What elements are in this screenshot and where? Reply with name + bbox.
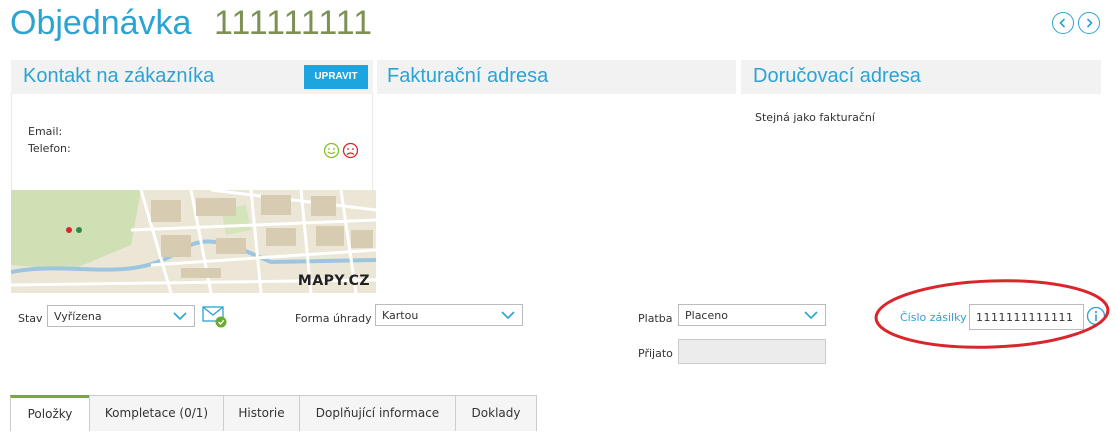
customer-map[interactable]: MAPY.CZ: [11, 190, 376, 293]
order-number: 111111111: [214, 4, 373, 42]
delivery-heading: Doručovací adresa: [753, 65, 921, 87]
billing-card-header: Fakturační adresa: [377, 60, 736, 94]
payment-status-select[interactable]: Placeno: [678, 304, 826, 326]
chevron-left-icon: [1059, 18, 1066, 28]
billing-card: Fakturační adresa: [377, 60, 736, 94]
chevron-down-icon: [173, 312, 187, 321]
edit-contact-button[interactable]: UPRAVIT: [304, 65, 368, 89]
delivery-card: Doručovací adresa Stejná jako fakturační: [741, 60, 1101, 124]
highlight-ellipse: [874, 279, 1110, 349]
contact-card-header: Kontakt na zákazníka UPRAVIT: [11, 60, 373, 94]
received-field: [678, 339, 826, 364]
tab-items[interactable]: Položky: [10, 395, 90, 431]
happy-face-icon[interactable]: [323, 142, 340, 159]
chevron-down-icon: [501, 311, 515, 320]
contact-heading: Kontakt na zákazníka: [23, 65, 215, 87]
chevron-down-icon: [804, 311, 818, 320]
tab-history[interactable]: Historie: [223, 395, 300, 431]
status-label: Stav: [18, 312, 43, 325]
mapy-logo: MAPY.CZ: [297, 273, 370, 289]
payment-label: Platba: [638, 312, 673, 325]
next-order-button[interactable]: [1078, 12, 1100, 34]
contact-card-body: Email: Telefon:: [11, 94, 373, 191]
delivery-card-header: Doručovací adresa: [741, 60, 1101, 94]
tab-completion[interactable]: Kompletace (0/1): [89, 395, 224, 431]
tab-documents[interactable]: Doklady: [455, 395, 537, 431]
payment-method-label: Forma úhrady: [295, 312, 372, 325]
phone-label: Telefon:: [28, 142, 71, 155]
received-label: Přijato: [638, 347, 673, 360]
page-title: Objednávka: [10, 4, 192, 42]
billing-heading: Fakturační adresa: [387, 65, 549, 87]
sad-face-icon[interactable]: [342, 142, 359, 159]
payment-method-value: Kartou: [382, 309, 419, 322]
chevron-right-icon: [1086, 18, 1093, 28]
send-email-icon[interactable]: [202, 305, 228, 329]
email-label: Email:: [28, 125, 63, 138]
contact-card: Kontakt na zákazníka UPRAVIT Email: Tele…: [11, 60, 373, 191]
status-value: Vyřízena: [54, 310, 102, 323]
delivery-address-text: Stejná jako fakturační: [755, 111, 875, 124]
status-select[interactable]: Vyřízena: [47, 305, 195, 327]
tab-additional-info[interactable]: Doplňující informace: [299, 395, 456, 431]
payment-method-select[interactable]: Kartou: [375, 304, 523, 326]
previous-order-button[interactable]: [1052, 12, 1074, 34]
payment-status-value: Placeno: [685, 309, 728, 322]
